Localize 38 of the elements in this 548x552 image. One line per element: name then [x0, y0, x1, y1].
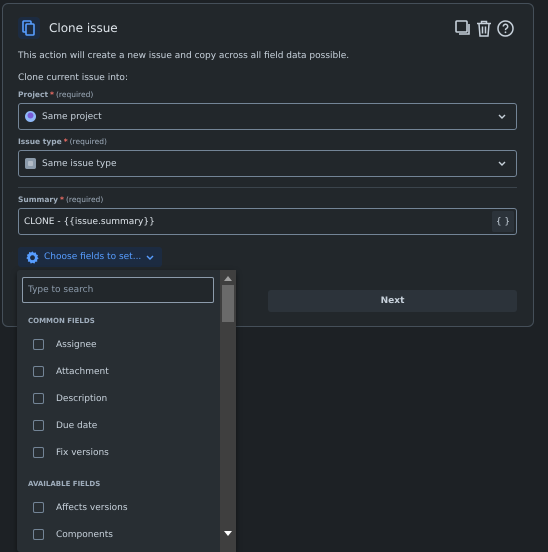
help-icon[interactable] [497, 20, 514, 36]
scrollbar-thumb[interactable] [222, 285, 234, 322]
checkbox[interactable] [33, 420, 44, 431]
section-label: Clone current issue into: [18, 73, 129, 83]
summary-input[interactable]: CLONE - {{issue.summary}} { } [18, 208, 517, 235]
checkbox[interactable] [33, 447, 44, 458]
checkbox[interactable] [33, 366, 44, 377]
copy-icon [18, 17, 40, 39]
chevron-down-icon [498, 161, 506, 166]
choose-fields-button[interactable]: Choose fields to set... [18, 247, 162, 267]
checkbox[interactable] [33, 529, 44, 540]
select-field[interactable]: Same issue type [18, 150, 517, 177]
chevron-down-icon [498, 114, 506, 119]
smart-value-button[interactable]: { } [492, 211, 514, 232]
next-button[interactable]: Next [268, 290, 517, 312]
field-option[interactable]: Assignee [56, 340, 97, 350]
search-field[interactable]: Type to search [22, 277, 214, 303]
description-text: This action will create a new issue and copy across all field data possible. [18, 51, 350, 61]
scrollbar[interactable] [220, 270, 236, 552]
trash-icon[interactable] [476, 20, 492, 36]
field-option[interactable]: Affects versions [56, 502, 128, 512]
scroll-up-icon[interactable] [224, 276, 232, 281]
checkbox[interactable] [33, 393, 44, 404]
scroll-down-icon[interactable] [224, 531, 232, 536]
project-avatar-icon [25, 111, 36, 122]
field-option[interactable]: Description [56, 394, 108, 404]
issue-type-icon [25, 158, 36, 169]
field-option[interactable]: Components [56, 530, 113, 540]
checkbox[interactable] [33, 339, 44, 350]
settings-icon [26, 250, 39, 264]
chevron-down-icon [146, 254, 154, 260]
select-field[interactable]: Same project [18, 103, 517, 130]
field-option[interactable]: Fix versions [56, 448, 109, 458]
checkbox[interactable] [33, 502, 44, 513]
panel-title: Clone issue [49, 21, 118, 35]
field-option[interactable]: Attachment [56, 366, 109, 376]
duplicate-icon[interactable] [455, 20, 471, 36]
field-option[interactable]: Due date [56, 420, 98, 430]
